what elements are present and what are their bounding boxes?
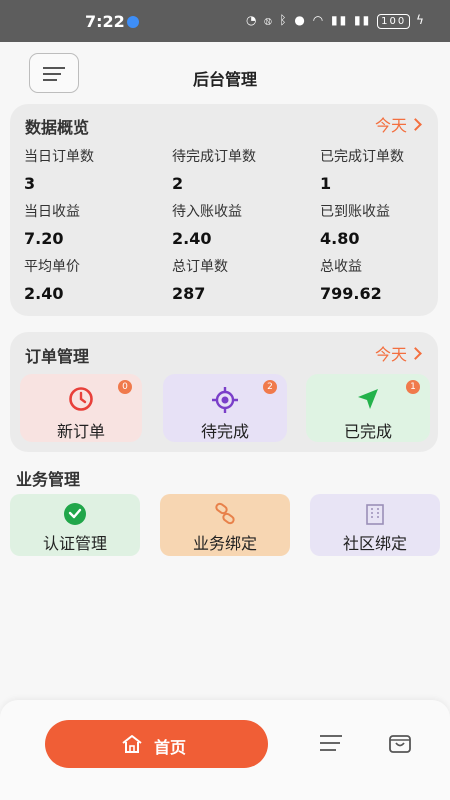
stat-label: 当日订单数: [24, 149, 94, 165]
orders-date-filter[interactable]: 今天: [374, 341, 422, 365]
check-circle-icon: [63, 502, 87, 530]
battery-icon: 100: [377, 14, 411, 29]
stat-value: 1: [320, 174, 332, 193]
pending-orders-tile[interactable]: 2 待完成: [163, 374, 287, 442]
stat-label: 当日收益: [24, 204, 80, 220]
home-icon: [121, 734, 143, 758]
new-orders-tile[interactable]: 0 新订单: [20, 374, 142, 442]
stat-value: 2.40: [24, 284, 64, 303]
stat-label: 总收益: [320, 259, 362, 275]
list-icon: [320, 735, 342, 737]
target-icon: [211, 386, 239, 418]
stat-value: 287: [172, 284, 206, 303]
status-bar: 7:22 ◔ Ⓝ ᛒ ● ◠ ▮▮ ▮▮ 100 ϟ: [0, 0, 450, 42]
stat-item: 总订单数 287: [172, 256, 228, 303]
overview-title: 数据概览: [25, 118, 90, 137]
stat-value: 2: [172, 174, 184, 193]
overview-card: 数据概览 今天 当日订单数 3 待完成订单数 2 已完成订单数 1 当日收益 7…: [10, 104, 438, 316]
home-nav-label: 首页: [154, 738, 187, 757]
nfc-icon: Ⓝ: [264, 13, 274, 27]
home-nav-button[interactable]: 首页: [45, 720, 268, 768]
link-icon: [213, 502, 237, 530]
overview-filter-label: 今天: [374, 116, 407, 135]
order-management-title: 订单管理: [25, 347, 90, 366]
completed-orders-label: 已完成: [343, 422, 392, 441]
pending-orders-label: 待完成: [200, 422, 249, 441]
stat-label: 平均单价: [24, 259, 80, 275]
chevron-right-icon: [409, 118, 422, 131]
stat-value: 4.80: [320, 229, 360, 248]
charging-icon: ϟ: [416, 13, 426, 27]
stat-item: 总收益 799.62: [320, 256, 382, 303]
stat-value: 7.20: [24, 229, 64, 248]
location-icon: ●: [294, 13, 307, 27]
page-title: 后台管理: [192, 70, 257, 89]
certification-management-label: 认证管理: [42, 534, 107, 553]
completed-orders-tile[interactable]: 1 已完成: [306, 374, 430, 442]
stat-label: 待完成订单数: [172, 149, 256, 165]
building-icon: [363, 502, 387, 530]
pending-orders-badge: 2: [263, 380, 277, 394]
stat-item: 当日收益 7.20: [24, 201, 80, 248]
cart-icon: [388, 735, 412, 758]
certification-management-tile[interactable]: 认证管理: [10, 494, 140, 556]
business-binding-label: 业务绑定: [192, 534, 257, 553]
bottom-nav: 首页: [0, 700, 450, 800]
order-management-card: 订单管理 今天 0 新订单 2 待完成 1 已完成: [10, 332, 438, 452]
stat-value: 799.62: [320, 284, 382, 303]
stat-item: 待入账收益 2.40: [172, 201, 242, 248]
stat-item: 已到账收益 4.80: [320, 201, 390, 248]
stat-item: 已完成订单数 1: [320, 146, 404, 193]
signal-icon: ▮▮: [331, 13, 349, 27]
bluetooth-icon: ᛒ: [279, 13, 289, 27]
stat-label: 总订单数: [172, 259, 228, 275]
chevron-right-icon: [409, 347, 422, 360]
new-orders-badge: 0: [118, 380, 132, 394]
community-binding-tile[interactable]: 社区绑定: [310, 494, 440, 556]
cart-nav-button[interactable]: [388, 732, 412, 758]
notification-icon: [127, 16, 139, 28]
stat-item: 待完成订单数 2: [172, 146, 256, 193]
business-management-title: 业务管理: [16, 470, 81, 489]
community-binding-label: 社区绑定: [342, 534, 407, 553]
list-icon-line: [320, 749, 336, 751]
clock-icon: [68, 386, 94, 416]
overview-date-filter[interactable]: 今天: [374, 112, 422, 136]
orders-filter-label: 今天: [374, 345, 407, 364]
stat-label: 已到账收益: [320, 204, 390, 220]
stat-value: 3: [24, 174, 36, 193]
new-orders-label: 新订单: [56, 422, 105, 441]
stat-item: 当日订单数 3: [24, 146, 94, 193]
signal-4g-icon: ▮▮: [354, 13, 372, 27]
status-icons: ◔ Ⓝ ᛒ ● ◠ ▮▮ ▮▮ 100 ϟ: [246, 13, 426, 29]
stat-label: 已完成订单数: [320, 149, 404, 165]
list-icon-line: [320, 742, 340, 744]
business-binding-tile[interactable]: 业务绑定: [160, 494, 290, 556]
stat-value: 2.40: [172, 229, 212, 248]
list-nav-button[interactable]: [320, 735, 342, 756]
send-arrow-icon: [355, 386, 381, 416]
stat-label: 待入账收益: [172, 204, 242, 220]
wifi-icon: ◠: [312, 13, 326, 27]
stat-item: 平均单价 2.40: [24, 256, 80, 303]
completed-orders-badge: 1: [406, 380, 420, 394]
top-bar: 后台管理: [0, 42, 450, 104]
speed-icon: ◔: [246, 13, 259, 27]
status-time: 7:22: [85, 12, 125, 31]
